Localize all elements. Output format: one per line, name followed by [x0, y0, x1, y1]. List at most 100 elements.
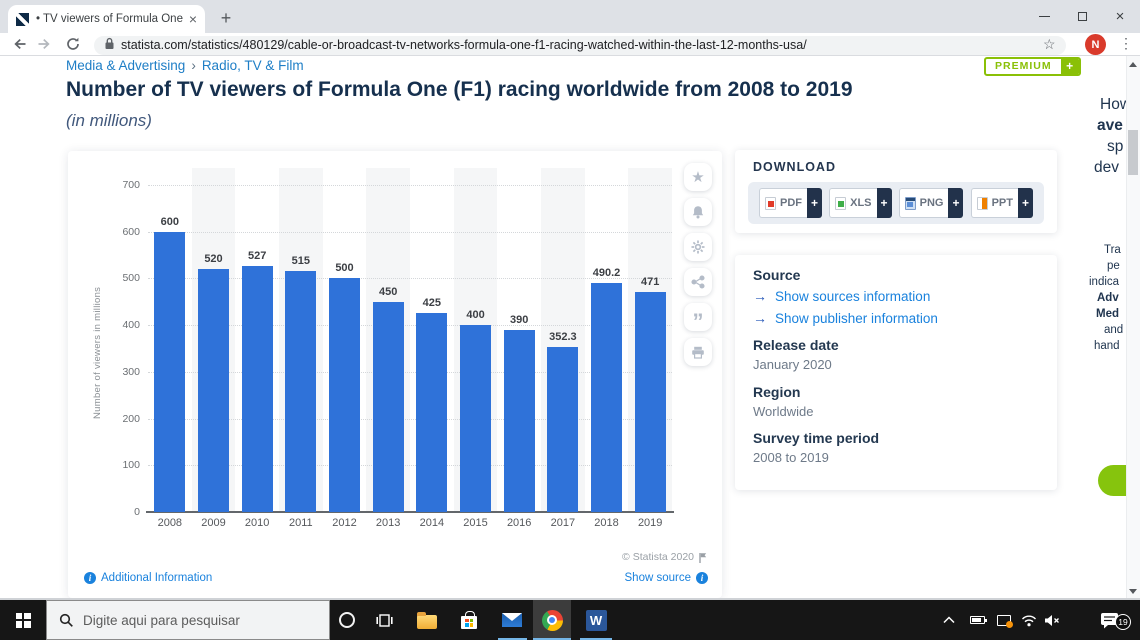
premium-badge[interactable]: PREMIUM + — [984, 57, 1081, 76]
bar-2008[interactable] — [154, 232, 185, 512]
download-png-label: PNG — [920, 197, 944, 209]
bar-2016[interactable] — [504, 330, 535, 512]
x-tick-2013: 2013 — [366, 517, 410, 529]
tray-battery[interactable] — [965, 600, 989, 640]
arrow-right-icon: → — [753, 310, 767, 326]
taskbar-file-explorer-button[interactable] — [415, 600, 439, 640]
page-subtitle: (in millions) — [66, 111, 152, 131]
y-tick-0: 0 — [98, 506, 140, 518]
page-title: Number of TV viewers of Formula One (F1)… — [66, 78, 1006, 102]
windows-logo-icon — [16, 613, 31, 628]
source-link-label: Show publisher information — [775, 311, 938, 326]
x-tick-2008: 2008 — [148, 517, 192, 529]
bar-2014[interactable] — [416, 313, 447, 512]
chat-button[interactable] — [1098, 465, 1127, 496]
statista-favicon — [16, 13, 29, 26]
taskbar-cortana-button[interactable] — [335, 600, 359, 640]
info-icon: i — [696, 572, 708, 584]
bar-chart: 0100200300400500600700600200852020095272… — [68, 151, 722, 598]
survey-period-label: Survey time period — [753, 430, 879, 446]
bookmark-star-icon[interactable]: ☆ — [1043, 36, 1056, 53]
breadcrumb-link-radio-tv-film[interactable]: Radio, TV & Film — [202, 58, 304, 73]
printer-button[interactable] — [684, 338, 712, 366]
bar-2011[interactable] — [285, 271, 316, 512]
browser-menu-icon[interactable]: ⋮ — [1119, 35, 1133, 52]
scrollbar-down-arrow[interactable] — [1129, 589, 1137, 594]
refresh-button[interactable] — [65, 36, 81, 52]
y-tick-100: 100 — [98, 459, 140, 471]
download-png-button[interactable]: PNG — [899, 188, 949, 218]
share-button[interactable] — [684, 268, 712, 296]
y-tick-200: 200 — [98, 413, 140, 425]
close-button[interactable]: × — [1101, 0, 1139, 33]
show-source-link[interactable]: Show source i — [625, 572, 708, 584]
bar-2013[interactable] — [373, 302, 404, 512]
download-ppt-button[interactable]: PPT — [971, 188, 1018, 218]
star-button[interactable]: ★ — [684, 163, 712, 191]
forward-button[interactable] — [36, 36, 52, 52]
taskbar-search-placeholder: Digite aqui para pesquisar — [83, 613, 240, 628]
tab-close-icon[interactable]: × — [189, 12, 197, 26]
tray-volume[interactable] — [1040, 600, 1064, 640]
gear-button[interactable] — [684, 233, 712, 261]
taskbar-word-button[interactable]: W — [578, 600, 614, 640]
start-button[interactable] — [0, 600, 46, 640]
tray-display-alert[interactable] — [992, 600, 1016, 640]
scrollbar-up-arrow[interactable] — [1129, 62, 1137, 67]
browser-profile-avatar[interactable]: N — [1085, 34, 1106, 55]
minimize-button[interactable] — [1025, 0, 1063, 33]
bar-2018[interactable] — [591, 283, 622, 512]
bar-2010[interactable] — [242, 266, 273, 512]
source-link-sources[interactable]: →Show sources information — [753, 288, 930, 304]
back-button[interactable] — [12, 36, 28, 52]
new-tab-button[interactable]: + — [213, 7, 239, 31]
teaser-text: hand — [1094, 340, 1120, 352]
premium-plus-icon: + — [1061, 59, 1079, 74]
taskbar-chrome-button[interactable] — [533, 600, 571, 640]
tray-network[interactable] — [1017, 600, 1041, 640]
xls-file-icon — [835, 197, 846, 210]
bell-icon — [691, 205, 705, 219]
bar-2015[interactable] — [460, 325, 491, 512]
download-xls-plus-button[interactable]: + — [877, 188, 892, 218]
taskbar-store-button[interactable] — [457, 600, 481, 640]
notification-count-badge[interactable]: 19 — [1115, 614, 1131, 630]
download-png-plus-button[interactable]: + — [948, 188, 963, 218]
quote-button[interactable]: ” — [684, 303, 712, 331]
breadcrumb-link-media-advertising[interactable]: Media & Advertising — [66, 58, 185, 73]
taskbar-search-box[interactable]: Digite aqui para pesquisar — [46, 600, 330, 640]
download-pdf-button[interactable]: PDF — [759, 188, 807, 218]
url-text: statista.com/statistics/480129/cable-or-… — [121, 38, 807, 52]
chrome-icon — [542, 610, 563, 631]
printer-icon — [691, 346, 705, 359]
tray-show-hidden-icons[interactable] — [938, 600, 960, 640]
download-xls-label: XLS — [850, 197, 871, 209]
additional-information-link[interactable]: i Additional Information — [84, 572, 212, 584]
y-tick-300: 300 — [98, 366, 140, 378]
scrollbar-thumb[interactable] — [1128, 130, 1138, 175]
source-link-publisher[interactable]: → Show publisher information — [753, 310, 938, 326]
ppt-file-icon — [977, 197, 988, 210]
y-tick-500: 500 — [98, 272, 140, 284]
bar-2012[interactable] — [329, 278, 360, 512]
bar-2017[interactable] — [547, 347, 578, 512]
teaser-text: Tra — [1104, 244, 1121, 256]
x-tick-2019: 2019 — [628, 517, 672, 529]
maximize-button[interactable] — [1063, 0, 1101, 33]
word-icon: W — [586, 610, 607, 631]
teaser-text: ave — [1097, 117, 1123, 135]
bar-value-2014: 425 — [402, 297, 462, 309]
taskbar-mail-button[interactable] — [500, 600, 524, 640]
download-xls-button[interactable]: XLS — [829, 188, 876, 218]
source-label: Source — [753, 267, 800, 283]
download-ppt-plus-button[interactable]: + — [1018, 188, 1033, 218]
browser-tab[interactable]: • TV viewers of Formula One (F1 × — [8, 5, 205, 33]
download-header: DOWNLOAD — [753, 160, 836, 174]
bell-button[interactable] — [684, 198, 712, 226]
taskbar-task-view-button[interactable] — [372, 600, 396, 640]
bar-2019[interactable] — [635, 292, 666, 512]
arrow-right-icon: → — [753, 288, 767, 304]
display-alert-icon — [997, 615, 1011, 626]
bar-2009[interactable] — [198, 269, 229, 512]
download-pdf-plus-button[interactable]: + — [807, 188, 822, 218]
